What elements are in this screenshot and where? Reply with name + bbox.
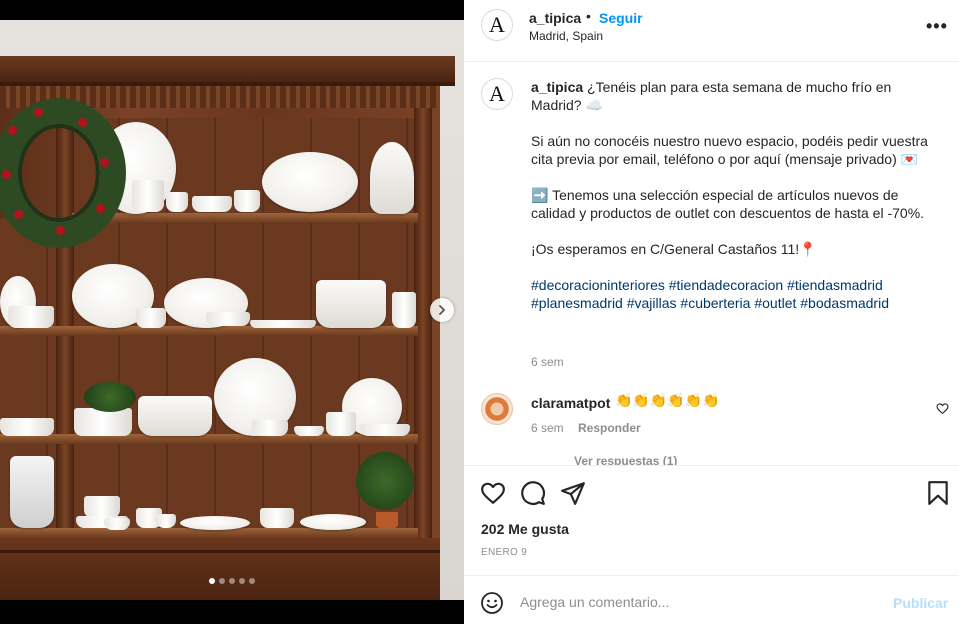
- cabinet-base: [0, 538, 440, 600]
- cup: [156, 514, 176, 528]
- comment-heart-icon[interactable]: [936, 402, 949, 415]
- caption-avatar[interactable]: A: [481, 78, 513, 110]
- saucer: [250, 320, 316, 328]
- cup: [206, 312, 250, 326]
- caption-hashtags[interactable]: #decoracioninteriores #tiendadecoracion …: [531, 276, 931, 312]
- comment-timestamp[interactable]: 6 sem: [531, 421, 564, 435]
- platter: [392, 292, 416, 328]
- view-replies-link[interactable]: Ver respuestas (1): [574, 454, 677, 465]
- berry: [78, 118, 87, 127]
- follow-button[interactable]: Seguir: [599, 10, 643, 26]
- caption-username[interactable]: a_tipica: [531, 79, 583, 95]
- plant: [356, 452, 414, 510]
- plant: [84, 382, 136, 412]
- bowl: [74, 408, 132, 436]
- shelf: [0, 434, 418, 444]
- plant-pot: [376, 512, 398, 528]
- post-photo[interactable]: [0, 0, 464, 624]
- location-link[interactable]: Madrid, Spain: [529, 29, 603, 43]
- carousel-dot: [229, 578, 235, 584]
- heart-icon[interactable]: [480, 480, 506, 506]
- caption-line: ¡Os esperamos en C/General Castaños 11!📍: [531, 241, 817, 257]
- berry: [34, 108, 43, 117]
- header-username[interactable]: a_tipica: [529, 10, 581, 26]
- artichoke-ornament: [370, 142, 414, 214]
- caption-timestamp[interactable]: 6 sem: [531, 355, 564, 369]
- berry: [96, 204, 105, 213]
- avatar-letter: A: [489, 81, 505, 106]
- caption-line: ¿Tenéis plan para esta semana de mucho f…: [531, 79, 892, 113]
- bookmark-icon[interactable]: [925, 480, 951, 506]
- carousel-dot: [249, 578, 255, 584]
- berry: [100, 158, 109, 167]
- carousel-dot: [209, 578, 215, 584]
- caption-line: Si aún no conocéis nuestro nuevo espacio…: [531, 133, 928, 167]
- plate: [300, 514, 366, 530]
- shelf: [72, 213, 418, 223]
- gravy-boat: [252, 420, 288, 436]
- carousel-dot: [219, 578, 225, 584]
- reply-button[interactable]: Responder: [578, 421, 641, 435]
- cutlery-box: [10, 456, 54, 528]
- commenter-avatar[interactable]: [481, 393, 513, 425]
- avatar-letter: A: [489, 12, 505, 37]
- cup: [104, 518, 130, 530]
- cup: [132, 180, 164, 212]
- emoji-icon[interactable]: [480, 591, 504, 615]
- publish-button[interactable]: Publicar: [893, 595, 948, 611]
- comments-section[interactable]: A a_tipica ¿Tenéis plan para esta semana…: [464, 62, 959, 466]
- caption-line: ➡️ Tenemos una selección especial de art…: [531, 187, 925, 221]
- follow-separator: •: [586, 8, 591, 24]
- next-photo-button[interactable]: [430, 298, 454, 322]
- plate: [262, 152, 358, 212]
- post-header: A a_tipica • Seguir Madrid, Spain •••: [464, 0, 959, 62]
- likes-count[interactable]: 202 Me gusta: [481, 521, 569, 537]
- saucer: [294, 426, 324, 436]
- carousel-dot: [239, 578, 245, 584]
- cup: [234, 190, 260, 212]
- cup: [84, 496, 120, 518]
- bowl: [260, 508, 294, 528]
- carousel-indicator: [0, 578, 464, 584]
- tray: [138, 396, 212, 436]
- comment-composer: Publicar: [464, 577, 959, 624]
- chevron-right-icon: [439, 305, 445, 315]
- post-date[interactable]: ENERO 9: [481, 547, 527, 558]
- comment-username[interactable]: claramatpot: [531, 395, 610, 411]
- cup: [192, 196, 232, 212]
- post-panel: A a_tipica • Seguir Madrid, Spain ••• A …: [464, 0, 959, 624]
- saucer: [360, 424, 410, 436]
- berry: [2, 170, 11, 179]
- share-icon[interactable]: [560, 480, 586, 506]
- post-actions: 202 Me gusta ENERO 9: [464, 466, 959, 576]
- comment-input[interactable]: [520, 590, 880, 614]
- cup: [8, 306, 54, 328]
- more-options-icon[interactable]: •••: [926, 16, 948, 37]
- berry: [14, 210, 23, 219]
- cabinet-base-line: [0, 550, 440, 553]
- cabinet-cornice: [0, 56, 455, 86]
- cup: [166, 192, 188, 212]
- berry: [8, 126, 17, 135]
- tureen: [316, 280, 386, 328]
- sugar-bowl: [326, 412, 356, 436]
- comment-icon[interactable]: [520, 480, 546, 506]
- post-caption: a_tipica ¿Tenéis plan para esta semana d…: [531, 78, 931, 312]
- photo-image: [0, 20, 464, 600]
- cup: [136, 308, 166, 328]
- profile-avatar[interactable]: A: [481, 9, 513, 41]
- berry: [56, 226, 65, 235]
- plate: [180, 516, 250, 530]
- comment-text: 👏👏👏👏👏👏: [615, 392, 720, 408]
- bowl: [0, 418, 54, 436]
